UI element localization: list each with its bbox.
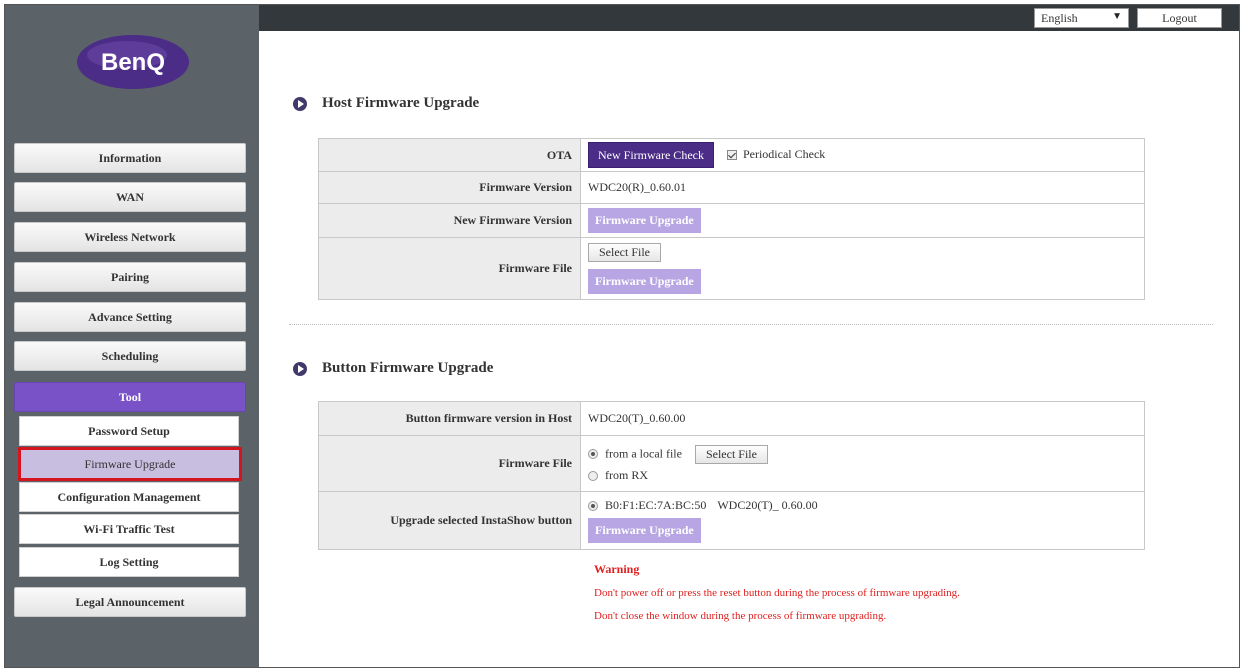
- sidebar-item-advance-setting[interactable]: Advance Setting: [14, 302, 246, 332]
- button-select-file-button[interactable]: Select File: [694, 444, 768, 464]
- app-window: BenQ Information WAN Wireless Network Pa…: [4, 4, 1240, 668]
- button-firmware-file-label: Firmware File: [318, 435, 581, 492]
- button-version-value: WDC20(T)_0.60.00: [580, 401, 1145, 436]
- section-divider: [289, 324, 1213, 325]
- warning-title: Warning: [594, 562, 640, 576]
- dropdown-arrow-icon: ▼: [1112, 11, 1122, 22]
- device-radio[interactable]: [588, 501, 598, 512]
- sidebar-subitem-configuration-management[interactable]: Configuration Management: [19, 482, 239, 512]
- firmware-version-label: Firmware Version: [318, 171, 581, 204]
- language-select[interactable]: English ▼: [1034, 8, 1129, 28]
- button-section-title-text: Button Firmware Upgrade: [322, 360, 494, 376]
- new-firmware-version-label: New Firmware Version: [318, 203, 581, 238]
- sidebar-subitem-wifi-traffic-test[interactable]: Wi-Fi Traffic Test: [19, 514, 239, 544]
- top-bar: English ▼ Logout: [259, 5, 1239, 31]
- firmware-upgrade-button-disabled: Firmware Upgrade: [588, 208, 701, 233]
- logout-button[interactable]: Logout: [1137, 8, 1222, 28]
- sidebar-item-information[interactable]: Information: [14, 143, 246, 173]
- button-firmware-file-cell: from a local file Select File from RX: [580, 435, 1145, 492]
- table-row: OTA New Firmware Check Periodical Check: [318, 138, 1145, 172]
- device-version: WDC20(T)_ 0.60.00: [717, 498, 818, 512]
- firmware-version-value: WDC20(R)_0.60.01: [580, 171, 1145, 204]
- table-row: New Firmware Version Firmware Upgrade: [318, 203, 1145, 238]
- from-local-file-label: from a local file: [605, 445, 682, 460]
- sidebar-subitem-password-setup[interactable]: Password Setup: [19, 416, 239, 446]
- warning-block: Warning Don't power off or press the res…: [594, 562, 960, 622]
- warning-line-2: Don't close the window during the proces…: [594, 610, 887, 622]
- sidebar-item-pairing[interactable]: Pairing: [14, 262, 246, 292]
- warning-line-1: Don't power off or press the reset butto…: [594, 587, 960, 599]
- from-rx-radio[interactable]: [588, 470, 598, 481]
- play-bullet-icon: [293, 361, 307, 376]
- from-local-file-radio[interactable]: [588, 449, 598, 459]
- ota-label: OTA: [318, 138, 581, 172]
- table-row: Upgrade selected InstaShow button B0:F1:…: [318, 491, 1145, 550]
- upgrade-selected-label: Upgrade selected InstaShow button: [318, 491, 581, 550]
- sidebar-item-wan[interactable]: WAN: [14, 182, 246, 212]
- sidebar: BenQ Information WAN Wireless Network Pa…: [5, 5, 259, 667]
- table-row: Button firmware version in Host WDC20(T)…: [318, 401, 1145, 436]
- sidebar-item-scheduling[interactable]: Scheduling: [14, 341, 246, 371]
- device-mac: B0:F1:EC:7A:BC:50: [605, 498, 707, 512]
- host-section-title: Host Firmware Upgrade: [293, 95, 479, 112]
- button-firmware-table: Button firmware version in Host WDC20(T)…: [318, 401, 1145, 550]
- select-file-button[interactable]: Select File: [588, 243, 661, 262]
- new-firmware-check-button[interactable]: New Firmware Check: [588, 142, 714, 168]
- benq-logo: BenQ: [77, 35, 189, 89]
- firmware-file-cell: Select File Firmware Upgrade: [580, 237, 1145, 300]
- from-rx-label: from RX: [605, 467, 648, 482]
- periodical-check-checkbox[interactable]: [726, 150, 737, 160]
- upgrade-selected-cell: B0:F1:EC:7A:BC:50 WDC20(T)_ 0.60.00 Firm…: [580, 491, 1145, 550]
- play-bullet-icon: [293, 96, 307, 111]
- firmware-upgrade-file-button-disabled: Firmware Upgrade: [588, 269, 701, 294]
- table-row: Firmware File from a local file Select F…: [318, 435, 1145, 492]
- ota-cell: New Firmware Check Periodical Check: [580, 138, 1145, 172]
- table-row: Firmware Version WDC20(R)_0.60.01: [318, 171, 1145, 204]
- new-firmware-version-cell: Firmware Upgrade: [580, 203, 1145, 238]
- periodical-check-label: Periodical Check: [742, 146, 826, 161]
- firmware-file-label: Firmware File: [318, 237, 581, 300]
- sidebar-subitem-firmware-upgrade[interactable]: Firmware Upgrade: [18, 447, 242, 481]
- host-firmware-table: OTA New Firmware Check Periodical Check …: [318, 138, 1145, 300]
- sidebar-item-legal-announcement[interactable]: Legal Announcement: [14, 587, 246, 617]
- svg-text:BenQ: BenQ: [101, 49, 165, 76]
- sidebar-item-tool[interactable]: Tool: [14, 382, 246, 412]
- button-section-title: Button Firmware Upgrade: [293, 360, 493, 377]
- host-section-title-text: Host Firmware Upgrade: [322, 95, 480, 111]
- table-row: Firmware File Select File Firmware Upgra…: [318, 237, 1145, 300]
- sidebar-item-wireless-network[interactable]: Wireless Network: [14, 222, 246, 252]
- button-firmware-upgrade-button-disabled: Firmware Upgrade: [588, 518, 701, 543]
- language-value: English: [1041, 10, 1078, 25]
- sidebar-subitem-log-setting[interactable]: Log Setting: [19, 547, 239, 577]
- button-version-label: Button firmware version in Host: [318, 401, 581, 436]
